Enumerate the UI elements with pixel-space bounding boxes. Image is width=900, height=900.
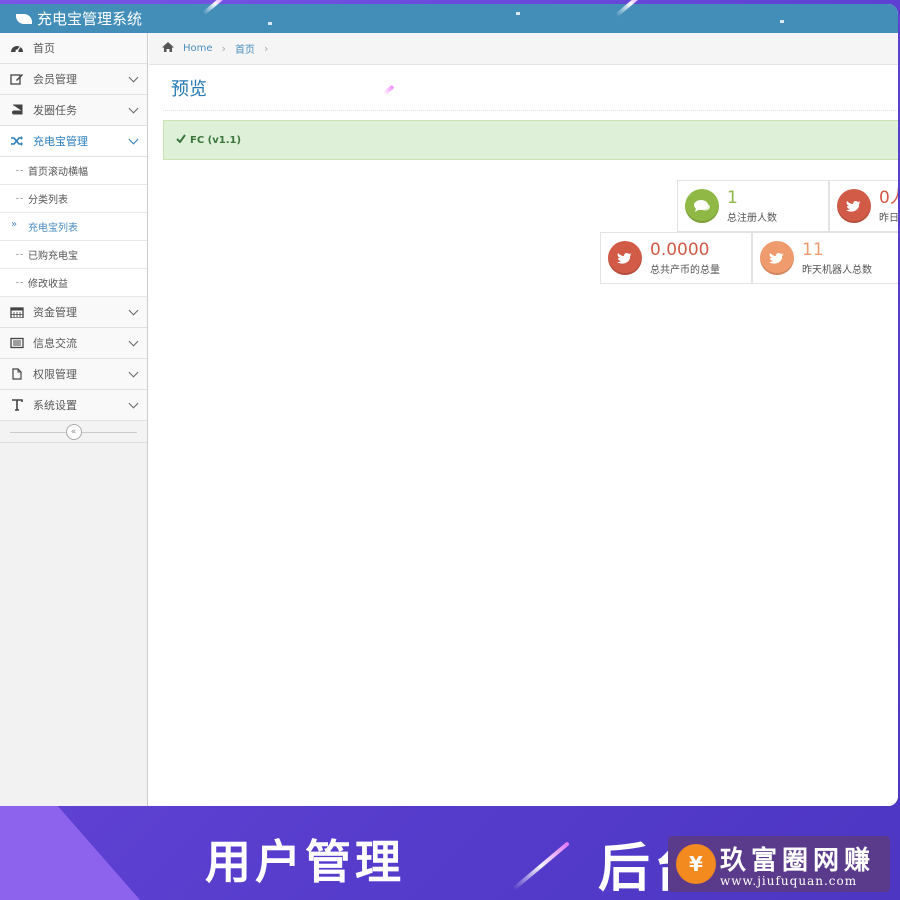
banner-left-text: 用户管理 bbox=[205, 835, 405, 889]
sidebar: 首页 会员管理 发圈任务 充电宝管理 首页滚动横幅 分类列表 充电 bbox=[0, 33, 148, 806]
page-title: 预览 bbox=[163, 65, 898, 111]
decor-dot bbox=[268, 22, 272, 25]
stat-value: 1 bbox=[727, 187, 738, 208]
sidebar-item-finance[interactable]: 资金管理 bbox=[0, 297, 147, 328]
stat-label: 总注册人数 bbox=[727, 212, 777, 224]
submenu-item-categories[interactable]: 分类列表 bbox=[0, 185, 147, 213]
dashboard-icon bbox=[10, 42, 24, 54]
twitter-icon bbox=[760, 241, 794, 275]
shuffle-icon bbox=[10, 135, 24, 147]
chevron-down-icon bbox=[128, 367, 139, 378]
file-icon bbox=[10, 368, 24, 380]
stat-label: 昨日 bbox=[879, 212, 898, 224]
chevron-down-icon bbox=[128, 103, 139, 114]
home-icon[interactable] bbox=[161, 41, 175, 56]
calendar-icon bbox=[10, 306, 24, 318]
version-alert: FC (v1.1) bbox=[163, 120, 898, 160]
sidebar-item-permissions[interactable]: 权限管理 bbox=[0, 359, 147, 390]
sidebar-item-powerbank[interactable]: 充电宝管理 bbox=[0, 126, 147, 157]
submenu-item-banner[interactable]: 首页滚动横幅 bbox=[0, 157, 147, 185]
breadcrumb-home-link[interactable]: Home bbox=[183, 43, 213, 54]
app-window: 充电宝管理系统 首页 会员管理 发圈任务 充电宝管理 首页滚动横幅 分类列表 »… bbox=[0, 4, 898, 806]
submenu-label: 首页滚动横幅 bbox=[28, 167, 88, 178]
alert-text: FC (v1.1) bbox=[190, 134, 242, 146]
sidebar-item-tasks[interactable]: 发圈任务 bbox=[0, 95, 147, 126]
list-icon bbox=[10, 337, 24, 349]
breadcrumb-separator-icon: › bbox=[263, 42, 269, 55]
sidebar-item-label: 发圈任务 bbox=[33, 104, 77, 117]
submenu-label: 已购充电宝 bbox=[28, 251, 78, 262]
stat-label: 昨天机器人总数 bbox=[802, 264, 872, 276]
submenu-label: 充电宝列表 bbox=[28, 223, 78, 234]
chevron-down-icon bbox=[128, 336, 139, 347]
book-icon bbox=[10, 104, 24, 116]
sidebar-item-settings[interactable]: 系统设置 bbox=[0, 390, 147, 421]
edit-icon bbox=[10, 73, 24, 85]
submenu: 首页滚动横幅 分类列表 充电宝列表 已购充电宝 修改收益 bbox=[0, 157, 147, 297]
twitter-icon bbox=[608, 241, 642, 275]
stat-total-registered: 1 总注册人数 bbox=[677, 180, 829, 232]
check-icon bbox=[176, 134, 186, 146]
submenu-label: 修改收益 bbox=[28, 279, 68, 290]
sidebar-item-label: 资金管理 bbox=[33, 306, 77, 319]
sidebar-item-label: 权限管理 bbox=[33, 368, 77, 381]
navbar: 充电宝管理系统 bbox=[0, 4, 898, 33]
comments-icon bbox=[685, 189, 719, 223]
text-icon bbox=[10, 399, 24, 411]
sidebar-collapse-row: « bbox=[0, 421, 147, 443]
watermark-brand: 玖富圈网赚 bbox=[720, 846, 876, 876]
breadcrumb-current[interactable]: 首页 bbox=[235, 41, 255, 56]
decor-dot bbox=[516, 12, 520, 15]
sidebar-item-home[interactable]: 首页 bbox=[0, 33, 147, 64]
chevron-down-icon bbox=[128, 398, 139, 409]
stat-yesterday: 0人 昨日 bbox=[829, 180, 898, 232]
stat-label: 总共产币的总量 bbox=[650, 264, 720, 276]
chevron-down-icon bbox=[128, 72, 139, 83]
submenu-item-purchased[interactable]: 已购充电宝 bbox=[0, 241, 147, 269]
submenu-label: 分类列表 bbox=[28, 195, 68, 206]
watermark-logo: ¥ bbox=[676, 844, 716, 884]
twitter-icon bbox=[837, 189, 871, 223]
decor-dot bbox=[780, 20, 784, 23]
main-content: Home › 首页 › 预览 FC (v1.1) 1 总注册人数 0 昨日 0.… bbox=[149, 33, 898, 806]
sidebar-item-label: 系统设置 bbox=[33, 399, 77, 412]
stat-value: 0人 bbox=[879, 187, 898, 208]
submenu-item-powerbank-list[interactable]: 充电宝列表 bbox=[0, 213, 147, 241]
stat-total-coins: 0.0000 总共产币的总量 bbox=[600, 232, 752, 284]
submenu-item-edit-earnings[interactable]: 修改收益 bbox=[0, 269, 147, 297]
sidebar-item-label: 充电宝管理 bbox=[33, 135, 88, 148]
chevron-down-icon bbox=[128, 134, 139, 145]
leaf-icon bbox=[16, 13, 32, 24]
sidebar-item-members[interactable]: 会员管理 bbox=[0, 64, 147, 95]
stat-robots-yesterday: 11 昨天机器人总数 bbox=[752, 232, 898, 284]
stat-value: 0.0000 bbox=[650, 239, 710, 260]
sidebar-item-label: 首页 bbox=[33, 42, 55, 55]
breadcrumb: Home › 首页 › bbox=[149, 33, 898, 65]
sidebar-item-label: 信息交流 bbox=[33, 337, 77, 350]
collapse-icon[interactable]: « bbox=[65, 423, 82, 440]
app-title[interactable]: 充电宝管理系统 bbox=[37, 8, 142, 29]
sidebar-item-label: 会员管理 bbox=[33, 73, 77, 86]
watermark-url: www.jiufuquan.com bbox=[720, 874, 858, 888]
sidebar-item-messages[interactable]: 信息交流 bbox=[0, 328, 147, 359]
stat-value: 11 bbox=[802, 239, 824, 260]
watermark: ¥ 玖富圈网赚 www.jiufuquan.com bbox=[668, 836, 890, 892]
breadcrumb-separator-icon: › bbox=[221, 42, 226, 55]
chevron-down-icon bbox=[128, 305, 139, 316]
